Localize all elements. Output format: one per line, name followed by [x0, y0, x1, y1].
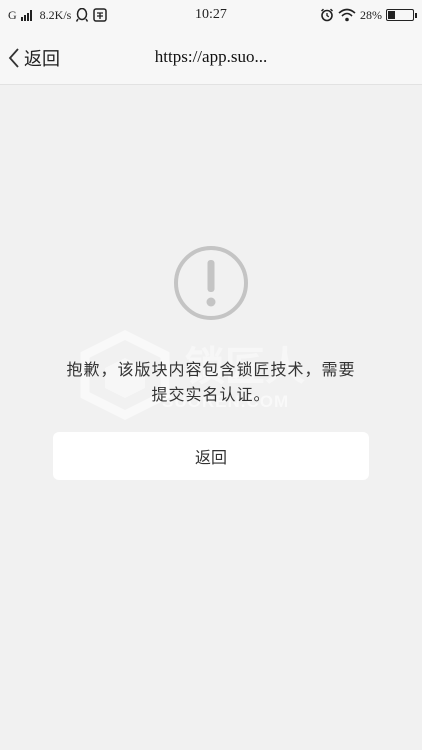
battery-icon: [386, 9, 417, 21]
return-button-label: 返回: [194, 448, 227, 467]
page-url-title: https://app.suo...: [154, 47, 268, 66]
status-bar-left: G 8.2K/s: [8, 7, 108, 23]
navigation-bar: 返回 https://app.suo...: [0, 30, 422, 85]
alarm-icon: [320, 8, 334, 22]
back-button-label: 返回: [24, 48, 60, 70]
notification-icon: [93, 8, 108, 22]
status-bar: G 8.2K/s 10:27 28%: [0, 0, 422, 30]
back-button[interactable]: 返回: [8, 30, 60, 85]
chevron-left-icon: [8, 47, 19, 68]
battery-percent: 28%: [360, 7, 382, 22]
carrier-label: G: [8, 7, 17, 22]
battery-fill: [388, 11, 395, 19]
signal-icon: [20, 9, 32, 21]
exclamation-circle-icon: [174, 246, 248, 320]
network-speed: 8.2K/s: [39, 7, 72, 22]
return-button[interactable]: 返回: [53, 432, 369, 480]
status-bar-right: 28%: [320, 7, 417, 23]
qq-icon: [76, 7, 89, 22]
wifi-icon: [338, 8, 356, 22]
error-message: 抱歉，该版块内容包含锁匠技术，需要提交实名认证。: [66, 360, 356, 404]
